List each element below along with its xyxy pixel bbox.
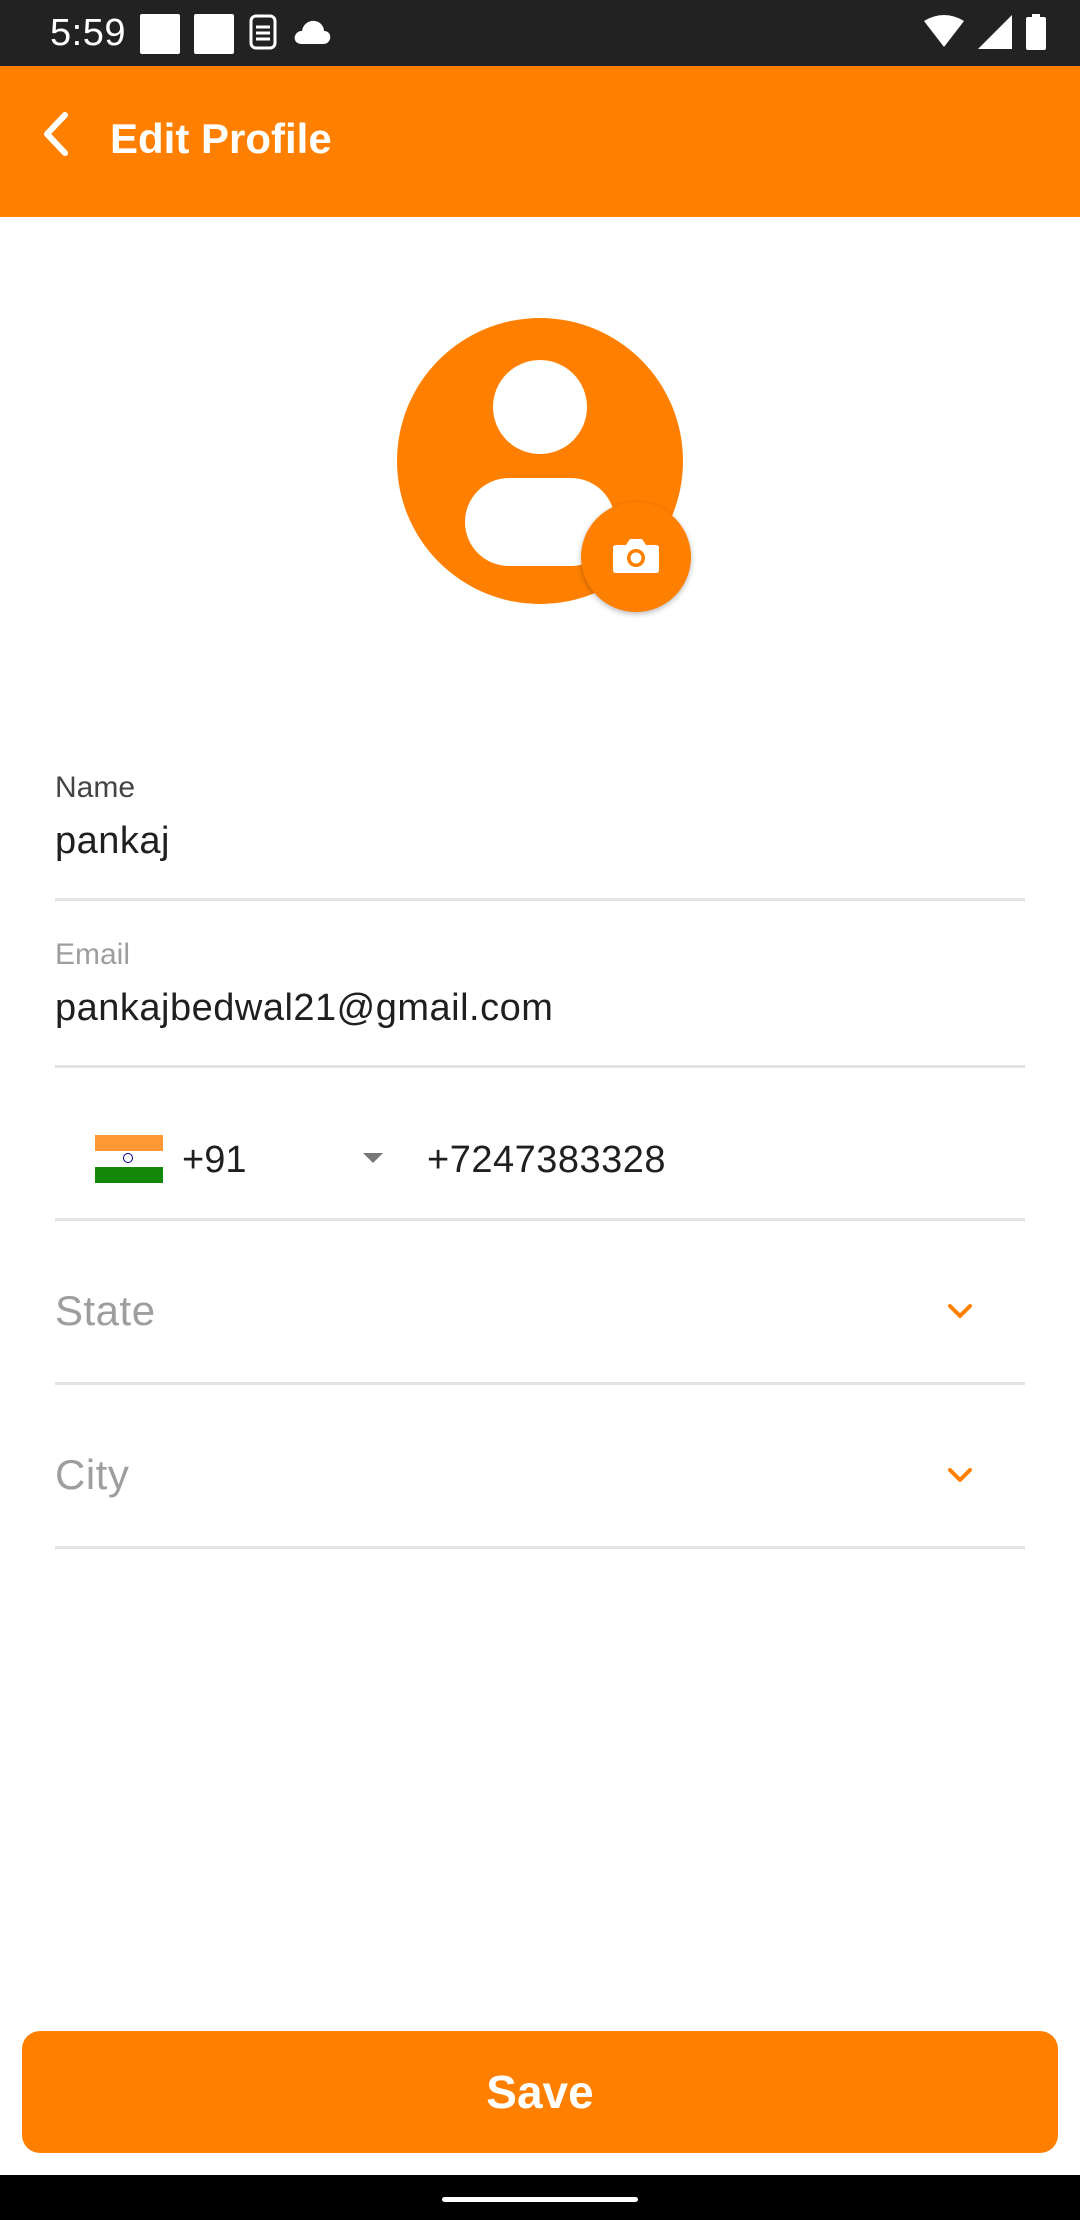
india-flag-icon — [95, 1135, 163, 1183]
square-notification-icon — [140, 14, 180, 54]
flag-chakra — [123, 1153, 133, 1163]
name-label: Name — [55, 771, 136, 804]
chevron-down-icon — [943, 1294, 977, 1328]
name-input[interactable]: pankaj — [55, 818, 170, 864]
cellular-signal-icon — [978, 14, 1012, 54]
chevron-down-icon — [943, 1458, 977, 1492]
home-gesture-handle[interactable] — [442, 2197, 638, 2202]
back-button[interactable] — [26, 106, 86, 166]
city-dropdown[interactable]: City — [55, 1384, 1025, 1549]
status-system-icons — [924, 13, 1046, 55]
country-code-picker[interactable]: +91 — [95, 1133, 395, 1189]
battery-icon — [1026, 13, 1046, 55]
page-title: Edit Profile — [110, 115, 332, 162]
flag-white-band — [95, 1151, 163, 1167]
dial-code: +91 — [182, 1139, 247, 1181]
camera-icon — [612, 535, 660, 580]
phone-field: +91 +7247383328 — [55, 1080, 1025, 1221]
save-button[interactable]: Save — [22, 2031, 1058, 2153]
city-placeholder: City — [55, 1451, 130, 1498]
sim-card-icon — [248, 13, 278, 56]
state-dropdown[interactable]: State — [55, 1220, 1025, 1385]
flag-green-band — [95, 1167, 163, 1183]
cloud-icon — [292, 18, 332, 51]
status-time: 5:59 — [50, 12, 126, 54]
person-icon-head — [493, 360, 587, 454]
name-field[interactable]: Name pankaj — [55, 760, 1025, 901]
status-notification-icons — [140, 14, 332, 54]
email-input[interactable]: pankajbedwal21@gmail.com — [55, 985, 553, 1031]
status-bar: 5:59 — [0, 0, 1080, 66]
change-photo-button[interactable] — [581, 502, 691, 612]
state-placeholder: State — [55, 1287, 156, 1334]
flag-saffron-band — [95, 1135, 163, 1151]
square-notification-icon — [194, 14, 234, 54]
navigation-bar — [0, 2175, 1080, 2220]
caret-down-icon[interactable] — [363, 1153, 383, 1163]
wifi-icon — [924, 14, 964, 54]
email-field[interactable]: Email pankajbedwal21@gmail.com — [55, 927, 1025, 1068]
phone-number-input[interactable]: +7247383328 — [427, 1137, 666, 1183]
app-bar: Edit Profile — [0, 66, 1080, 217]
chevron-left-icon — [39, 111, 73, 162]
email-label: Email — [55, 938, 131, 971]
